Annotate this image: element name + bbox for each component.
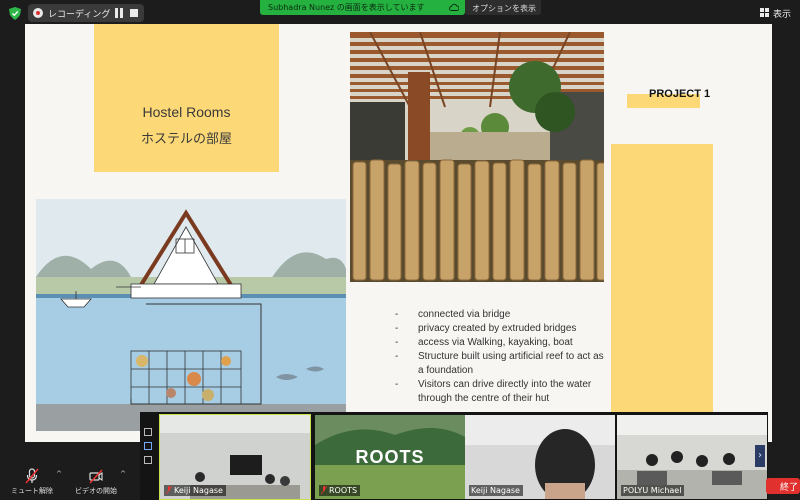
muted-mic-icon [25, 468, 39, 484]
start-video-label: ビデオの開始 [75, 487, 117, 495]
view-button[interactable]: 表示 [756, 5, 794, 21]
feature-item: - Visitors can drive directly into the wa… [395, 379, 592, 404]
shared-slide: Hostel Rooms ホステルの部屋 PROJECT 1 - connect… [25, 24, 772, 442]
pause-recording-icon[interactable] [114, 8, 124, 18]
view-label: 表示 [773, 10, 792, 20]
chevron-up-icon[interactable]: ^ [120, 470, 126, 478]
gallery-next-icon[interactable]: › [755, 445, 765, 467]
feature-item: - privacy created by extruded bridges [395, 323, 577, 334]
cloud-icon [449, 3, 459, 11]
feature-item: - Structure built using artificial reef t… [395, 351, 604, 376]
roots-tile-text: ROOTS [355, 447, 425, 467]
muted-mic-icon [321, 486, 327, 494]
shield-icon[interactable] [9, 7, 21, 20]
feature-item: - access via Walking, kayaking, boat [395, 337, 573, 348]
feature-list: - connected via bridge - privacy created b… [393, 308, 608, 406]
participant-tile[interactable]: Keiji Nagase [465, 415, 615, 499]
end-meeting-label: 終了 [780, 483, 799, 493]
grid-icon [760, 8, 769, 17]
zoom-window: レコーディング... Subhadra Nunez の画面を表示しています オプ… [0, 0, 800, 500]
share-status-text: Subhadra Nunez の画面を表示しています [268, 3, 425, 12]
screen-share-banner: Subhadra Nunez の画面を表示しています [260, 0, 465, 15]
participant-tile[interactable]: ROOTS ROOTS [315, 415, 465, 499]
participant-name: ROOTS [319, 485, 361, 496]
unmute-button[interactable]: ミュート解除 ^ [0, 468, 64, 500]
participant-tile[interactable]: POLYU Michael [617, 415, 767, 499]
muted-mic-icon [166, 486, 172, 494]
strip-view-icon[interactable] [144, 442, 152, 450]
view-options-label: オプションを表示 [472, 4, 536, 13]
slide-title-jp: ホステルの部屋 [140, 132, 232, 147]
chevron-down-icon: ⌄ [529, 4, 535, 12]
project-label: PROJECT 1 [649, 88, 711, 100]
feature-item: - connected via bridge [395, 309, 511, 320]
stop-recording-icon[interactable] [130, 9, 138, 17]
gallery-controls [144, 428, 154, 488]
end-meeting-button[interactable]: 終了 [766, 478, 800, 494]
speaker-view-icon[interactable] [144, 428, 152, 436]
start-video-button[interactable]: ビデオの開始 ^ [64, 468, 128, 500]
slide-title-en: Hostel Rooms [142, 104, 231, 120]
participant-name: Keiji Nagase [164, 485, 226, 496]
view-options-button[interactable]: オプションを表示 ⌄ [465, 0, 541, 15]
participant-name: POLYU Michael [621, 485, 685, 496]
title-box: Hostel Rooms ホステルの部屋 [94, 24, 279, 172]
top-bar: レコーディング... Subhadra Nunez の画面を表示しています オプ… [0, 0, 800, 26]
chevron-up-icon[interactable]: ^ [56, 470, 62, 478]
recording-indicator[interactable]: レコーディング... [28, 4, 144, 22]
gallery-grid-icon[interactable] [144, 456, 152, 464]
participant-tile[interactable]: Keiji Nagase [159, 414, 311, 500]
meeting-toolbar: ミュート解除 ^ ビデオの開始 ^ [0, 466, 140, 500]
bamboo-pergola-photo [350, 32, 604, 282]
video-off-icon [89, 469, 103, 484]
recording-label: レコーディング... [48, 10, 110, 20]
unmute-label: ミュート解除 [11, 487, 53, 495]
participant-name: Keiji Nagase [469, 485, 523, 496]
recording-icon [33, 8, 43, 18]
hostel-section-illustration [36, 199, 346, 431]
project-column-block [611, 144, 713, 442]
participant-gallery: Keiji Nagase ROOTS ROOTS Keiji Nagase PO… [140, 412, 768, 500]
